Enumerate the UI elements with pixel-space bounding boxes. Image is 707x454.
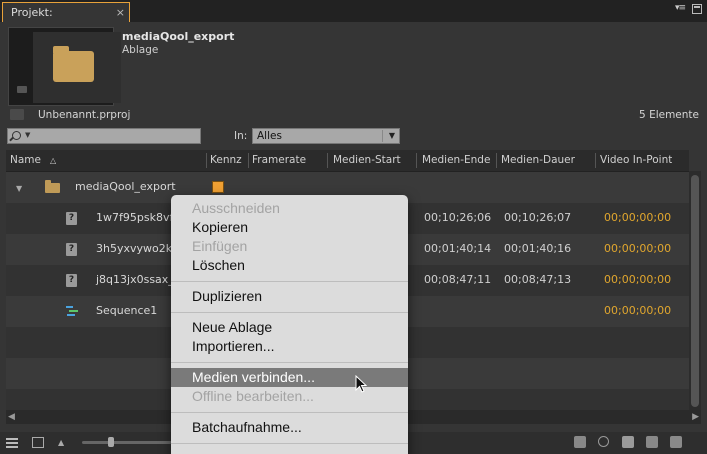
trash-icon[interactable] [670, 436, 682, 448]
menu-separator [171, 312, 408, 313]
scroll-right-icon[interactable]: ▶ [692, 412, 699, 422]
chevron-down-icon[interactable]: ▼ [25, 131, 30, 139]
project-panel: Projekt: Unbenannt × ▾≡ mediaQool_export… [0, 0, 707, 454]
project-filename: Unbenannt.prproj [38, 109, 131, 121]
folder-icon [45, 180, 60, 193]
column-divider[interactable] [595, 153, 596, 168]
preview-item-type: Ablage [122, 44, 159, 56]
in-filter-label: In: [234, 130, 248, 142]
close-icon[interactable]: × [116, 3, 125, 22]
menu-separator [171, 281, 408, 282]
column-header-row: Name △ Kennz Framerate Medien-Start Medi… [6, 150, 689, 172]
thumbnail-image [33, 32, 121, 103]
preview-thumbnail [8, 27, 121, 106]
column-divider[interactable] [248, 153, 249, 168]
media-end: 00;10;26;06 [424, 211, 492, 224]
preview-item-name: mediaQool_export [122, 30, 235, 43]
column-header-media-end[interactable]: Medien-Ende [422, 154, 490, 166]
project-file-icon [10, 109, 24, 120]
select-divider [382, 130, 383, 142]
media-duration: 00;08;47;13 [504, 273, 572, 286]
search-input[interactable]: ▼ [7, 128, 201, 144]
menu-item-copy[interactable]: Kopieren [171, 218, 408, 237]
column-header-media-start[interactable]: Medien-Start [333, 154, 401, 166]
panel-tab-bar: Projekt: Unbenannt × ▾≡ [0, 0, 707, 38]
menu-item-batch-capture[interactable]: Batchaufnahme... [171, 418, 408, 437]
unknown-media-icon: ? [66, 243, 77, 256]
menu-item-duplicate[interactable]: Duplizieren [171, 287, 408, 306]
media-duration: 00;10;26;07 [504, 211, 572, 224]
icon-view-icon[interactable] [32, 437, 44, 448]
unknown-media-icon: ? [66, 212, 77, 225]
item-name: Sequence1 [96, 304, 158, 317]
find-icon[interactable] [598, 436, 609, 447]
unknown-media-icon: ? [66, 274, 77, 287]
scroll-left-icon[interactable]: ◀ [8, 412, 15, 422]
maximize-icon[interactable] [692, 4, 702, 14]
column-header-name[interactable]: Name [10, 154, 41, 166]
column-divider[interactable] [327, 153, 328, 168]
media-end: 00;08;47;11 [424, 273, 492, 286]
menu-item-import[interactable]: Importieren... [171, 337, 408, 356]
folder-icon [53, 46, 94, 82]
media-duration: 00;01;40;16 [504, 242, 572, 255]
menu-item-edit-offline: Offline bearbeiten... [192, 388, 314, 404]
menu-separator [171, 362, 408, 363]
column-divider[interactable] [206, 153, 207, 168]
column-divider[interactable] [496, 153, 497, 168]
list-view-icon[interactable] [6, 437, 18, 448]
element-count: 5 Elemente [639, 109, 699, 121]
item-name: 1w7f95psk8vf [96, 211, 174, 224]
menu-item-cut: Ausschneiden [192, 200, 280, 216]
chevron-down-icon: ▼ [388, 131, 395, 140]
video-in-point: 00;00;00;00 [604, 304, 672, 317]
scrollbar-thumb[interactable] [691, 175, 699, 407]
automate-to-sequence-icon[interactable] [574, 436, 586, 448]
column-divider[interactable] [416, 153, 417, 168]
zoom-slider-handle[interactable] [108, 437, 114, 447]
tab-project[interactable]: Projekt: Unbenannt × [2, 2, 130, 38]
menu-item-delete[interactable]: Löschen [171, 256, 408, 275]
item-name: j8q13jx0ssax_ [96, 273, 174, 286]
column-header-media-duration[interactable]: Medien-Dauer [501, 154, 575, 166]
panel-menu-icon[interactable]: ▾≡ [675, 3, 686, 13]
column-header-label[interactable]: Kennz [210, 154, 248, 166]
sequence-icon [66, 305, 78, 318]
new-bin-icon[interactable] [622, 436, 634, 448]
menu-item-link-media[interactable]: Medien verbinden... [171, 368, 408, 387]
menu-separator [171, 412, 408, 413]
mouse-cursor-icon [355, 375, 368, 393]
media-end: 00;01;40;14 [424, 242, 492, 255]
zoom-slider[interactable] [82, 441, 172, 444]
menu-separator [171, 443, 408, 444]
context-menu: Ausschneiden Kopieren Einfügen Löschen D… [171, 195, 408, 454]
item-name: 3h5yxvywo2kc [96, 242, 179, 255]
in-filter-value: Alles [257, 130, 282, 142]
video-in-point: 00;00;00;00 [604, 273, 672, 286]
menu-item-paste: Einfügen [192, 238, 248, 254]
in-filter-select[interactable]: Alles ▼ [252, 128, 400, 144]
vertical-scrollbar[interactable] [689, 171, 701, 410]
new-item-icon[interactable] [646, 436, 658, 448]
column-header-video-in-point[interactable]: Video In-Point [600, 154, 672, 166]
video-in-point: 00;00;00;00 [604, 242, 672, 255]
item-name: mediaQool_export [75, 180, 176, 193]
menu-item-new-bin[interactable]: Neue Ablage [171, 318, 408, 337]
disclosure-triangle-icon[interactable]: ▼ [16, 184, 22, 193]
search-icon [12, 131, 21, 140]
label-color-swatch[interactable] [212, 181, 224, 193]
video-in-point: 00;00;00;00 [604, 211, 672, 224]
zoom-out-icon[interactable]: ▲ [58, 438, 64, 447]
sort-ascending-icon[interactable]: △ [50, 156, 56, 165]
poster-frame-icon[interactable] [17, 86, 27, 93]
column-header-framerate[interactable]: Framerate [252, 154, 306, 166]
